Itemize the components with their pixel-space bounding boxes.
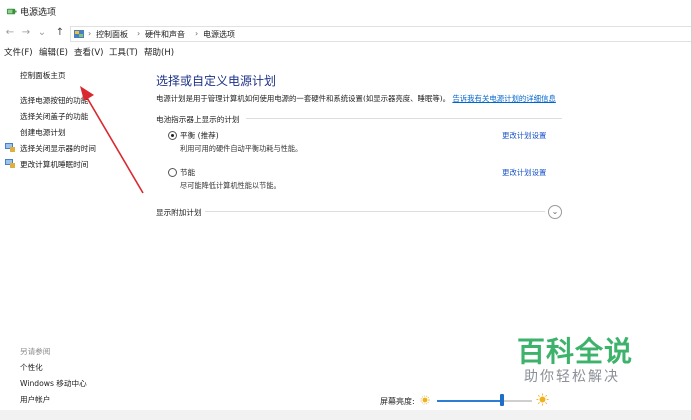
annotation-arrow — [80, 86, 144, 194]
